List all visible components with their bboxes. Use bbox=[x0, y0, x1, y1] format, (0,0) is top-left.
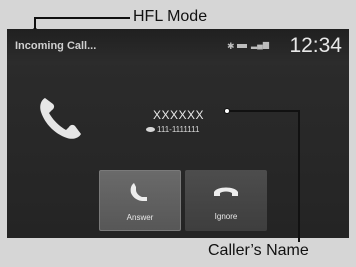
bluetooth-icon: ✱ bbox=[227, 41, 235, 51]
caller-number: 111-1111111 bbox=[157, 125, 200, 134]
hfl-callout-line bbox=[34, 17, 130, 19]
phone-handset-icon bbox=[40, 98, 81, 139]
ignore-button[interactable]: Ignore bbox=[185, 170, 267, 231]
caller-callout-line-vertical bbox=[298, 110, 300, 242]
status-bar: Incoming Call... ✱ ▂▄▆ 12:34 bbox=[7, 29, 349, 63]
signal-icon: ▂▄▆ bbox=[251, 40, 269, 49]
caller-name: XXXXXX bbox=[153, 108, 205, 122]
answer-button[interactable]: Answer bbox=[99, 170, 181, 231]
incoming-call-status: Incoming Call... bbox=[15, 40, 97, 52]
hfl-mode-label: HFL Mode bbox=[133, 8, 208, 25]
answer-call-icon bbox=[130, 183, 147, 201]
answer-label: Answer bbox=[126, 213, 154, 222]
ignore-call-icon bbox=[214, 187, 238, 196]
callers-name-label: Caller’s Name bbox=[208, 242, 309, 259]
canvas: HFL Mode Incoming Call... ✱ ▂▄▆ 12:34 XX… bbox=[0, 0, 356, 267]
battery-icon bbox=[237, 44, 247, 48]
phone-number-icon bbox=[146, 127, 155, 132]
ignore-label: Ignore bbox=[214, 212, 238, 221]
caller-callout-line bbox=[230, 110, 299, 112]
clock: 12:34 bbox=[289, 34, 342, 57]
